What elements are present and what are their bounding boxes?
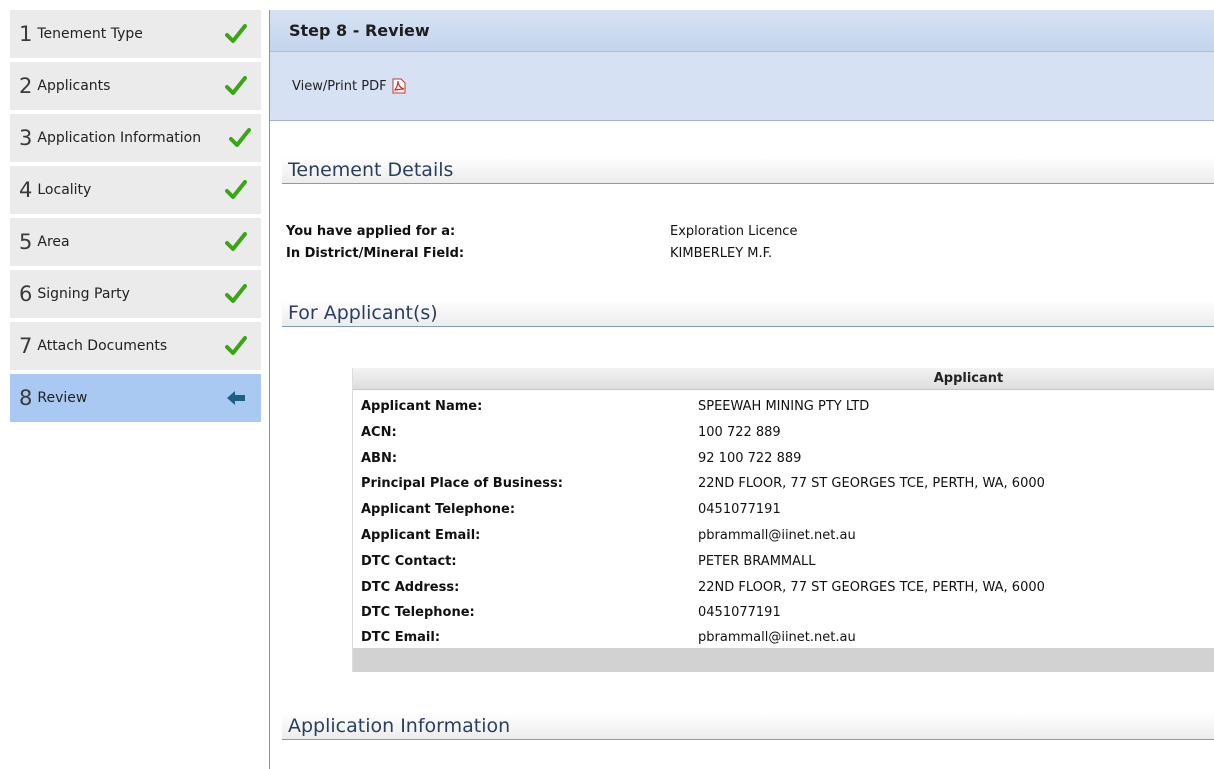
table-row: Applicant Telephone: 0451077191: [353, 502, 1214, 522]
step-label: Tenement Type: [37, 26, 143, 42]
dtc-contact-label: DTC Contact:: [361, 554, 457, 569]
dtc-contact-value: PETER BRAMMALL: [698, 554, 816, 569]
pdf-icon: [392, 78, 406, 94]
applicant-rows: Applicant Name: SPEEWAH MINING PTY LTD A…: [353, 390, 1214, 648]
step-application-information[interactable]: 3 Application Information: [10, 114, 261, 162]
table-row: ACN: 100 722 889: [353, 425, 1214, 445]
applicant-table: Applicant Applicant Name: SPEEWAH MINING…: [352, 368, 1214, 672]
applicant-email-label: Applicant Email:: [361, 528, 481, 543]
step-number: 6: [19, 281, 33, 306]
section-application-information: Application Information: [282, 713, 1214, 740]
table-row: Principal Place of Business: 22ND FLOOR,…: [353, 476, 1214, 496]
checkmark-icon: [225, 76, 247, 95]
applied-for-value: Exploration Licence: [670, 224, 798, 239]
district-row: In District/Mineral Field: KIMBERLEY M.F…: [270, 246, 1214, 266]
checkmark-icon: [225, 24, 247, 43]
review-panel: Step 8 - Review View/Print PDF Tenement …: [270, 10, 1214, 740]
pdf-toolbar: View/Print PDF: [270, 52, 1214, 121]
section-tenement-details: Tenement Details: [282, 157, 1214, 184]
wizard-steps-sidebar: 1 Tenement Type 2 Applicants 3 Applicati…: [10, 10, 261, 426]
step-number: 1: [19, 21, 33, 46]
step-number: 3: [19, 125, 33, 150]
pdf-link-label: View/Print PDF: [292, 78, 387, 94]
abn-label: ABN:: [361, 451, 398, 466]
step-review[interactable]: 8 Review: [10, 374, 261, 422]
table-row: Applicant Email: pbrammall@iinet.net.au: [353, 528, 1214, 548]
view-print-pdf-link[interactable]: View/Print PDF: [292, 78, 406, 94]
table-row: DTC Telephone: 0451077191: [353, 605, 1214, 625]
step-locality[interactable]: 4 Locality: [10, 166, 261, 214]
step-tenement-type[interactable]: 1 Tenement Type: [10, 10, 261, 58]
abn-value: 92 100 722 889: [698, 451, 802, 466]
applicant-table-footer: [353, 648, 1214, 672]
acn-label: ACN:: [361, 425, 397, 440]
principal-place-label: Principal Place of Business:: [361, 476, 563, 491]
dtc-email-value: pbrammall@iinet.net.au: [698, 630, 856, 645]
step-label: Applicants: [37, 78, 111, 94]
applicant-table-header: Applicant: [353, 368, 1214, 390]
applicant-name-value: SPEEWAH MINING PTY LTD: [698, 399, 870, 414]
applicant-email-value: pbrammall@iinet.net.au: [698, 528, 856, 543]
dtc-telephone-value: 0451077191: [698, 605, 781, 620]
page-title: Step 8 - Review: [289, 21, 430, 40]
applicant-telephone-value: 0451077191: [698, 502, 781, 517]
district-value: KIMBERLEY M.F.: [670, 246, 773, 261]
checkmark-icon: [225, 336, 247, 355]
step-number: 4: [19, 177, 33, 202]
table-row: DTC Email: pbrammall@iinet.net.au: [353, 630, 1214, 650]
applicant-telephone-label: Applicant Telephone:: [361, 502, 516, 517]
step-label: Area: [37, 234, 70, 250]
acn-value: 100 722 889: [698, 425, 781, 440]
step-applicants[interactable]: 2 Applicants: [10, 62, 261, 110]
dtc-telephone-label: DTC Telephone:: [361, 605, 475, 620]
section-applicants: For Applicant(s): [282, 300, 1214, 327]
step-label: Locality: [37, 182, 92, 198]
table-row: DTC Address: 22ND FLOOR, 77 ST GEORGES T…: [353, 580, 1214, 600]
applicant-name-label: Applicant Name:: [361, 399, 483, 414]
checkmark-icon: [225, 232, 247, 251]
principal-place-value: 22ND FLOOR, 77 ST GEORGES TCE, PERTH, WA…: [698, 476, 1045, 491]
checkmark-icon: [229, 128, 251, 147]
arrow-left-icon: [227, 391, 245, 405]
table-row: Applicant Name: SPEEWAH MINING PTY LTD: [353, 399, 1214, 419]
table-row: DTC Contact: PETER BRAMMALL: [353, 554, 1214, 574]
step-number: 5: [19, 229, 33, 254]
dtc-address-label: DTC Address:: [361, 580, 460, 595]
dtc-address-value: 22ND FLOOR, 77 ST GEORGES TCE, PERTH, WA…: [698, 580, 1045, 595]
content-divider: [269, 10, 270, 769]
step-number: 2: [19, 73, 33, 98]
step-label: Review: [37, 390, 88, 406]
step-label: Application Information: [37, 130, 202, 146]
step-signing-party[interactable]: 6 Signing Party: [10, 270, 261, 318]
step-header: Step 8 - Review: [270, 10, 1214, 52]
checkmark-icon: [225, 284, 247, 303]
checkmark-icon: [225, 180, 247, 199]
step-attach-documents[interactable]: 7 Attach Documents: [10, 322, 261, 370]
dtc-email-label: DTC Email:: [361, 630, 441, 645]
step-label: Signing Party: [37, 286, 130, 302]
applied-for-label: You have applied for a:: [286, 224, 456, 239]
step-number: 8: [19, 385, 33, 410]
step-area[interactable]: 5 Area: [10, 218, 261, 266]
step-label: Attach Documents: [37, 338, 168, 354]
table-row: ABN: 92 100 722 889: [353, 451, 1214, 471]
applied-for-row: You have applied for a: Exploration Lice…: [270, 224, 1214, 244]
step-number: 7: [19, 333, 33, 358]
district-label: In District/Mineral Field:: [286, 246, 465, 261]
